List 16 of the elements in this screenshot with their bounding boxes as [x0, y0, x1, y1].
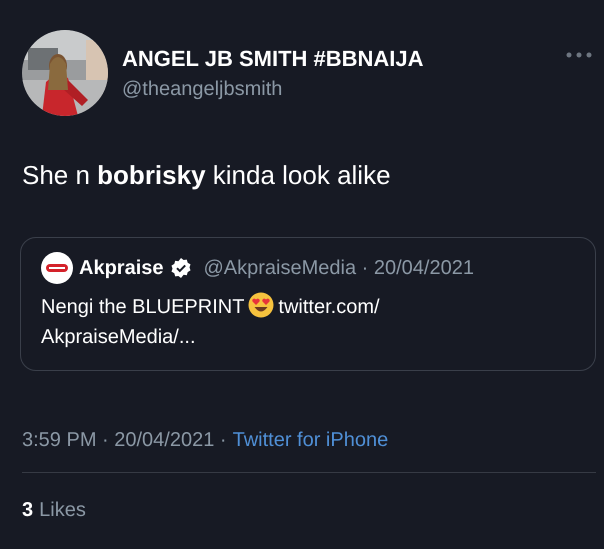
quoted-link[interactable]: twitter.com/: [278, 296, 380, 318]
source-link[interactable]: Twitter for iPhone: [232, 429, 388, 452]
quoted-text: Nengi the BLUEPRINT: [41, 296, 244, 318]
likes-count: 3: [22, 499, 34, 522]
logo-icon: [41, 252, 73, 284]
likes-label[interactable]: Likes: [39, 499, 86, 522]
more-options-icon[interactable]: [566, 52, 592, 58]
heart-eyes-emoji-icon: [248, 292, 274, 318]
user-name[interactable]: ANGEL JB SMITH #BBNAIJA: [122, 46, 552, 72]
quoted-tweet-card[interactable]: Akpraise @AkpraiseMedia · 20/04/2021 Nengi the BLUEPRINT twitter.com/ AkpraiseMedia/...: [20, 237, 596, 371]
timestamp: 3:59 PM · 20/04/2021 ·: [22, 429, 227, 452]
quoted-link[interactable]: AkpraiseMedia/...: [41, 322, 511, 352]
quoted-account-name[interactable]: Akpraise: [79, 256, 164, 280]
tweet-text: She n bobrisky kinda look alike: [22, 160, 392, 191]
user-handle[interactable]: @theangeljbsmith: [122, 78, 552, 100]
quoted-handle-date[interactable]: @AkpraiseMedia · 20/04/2021: [204, 256, 474, 280]
